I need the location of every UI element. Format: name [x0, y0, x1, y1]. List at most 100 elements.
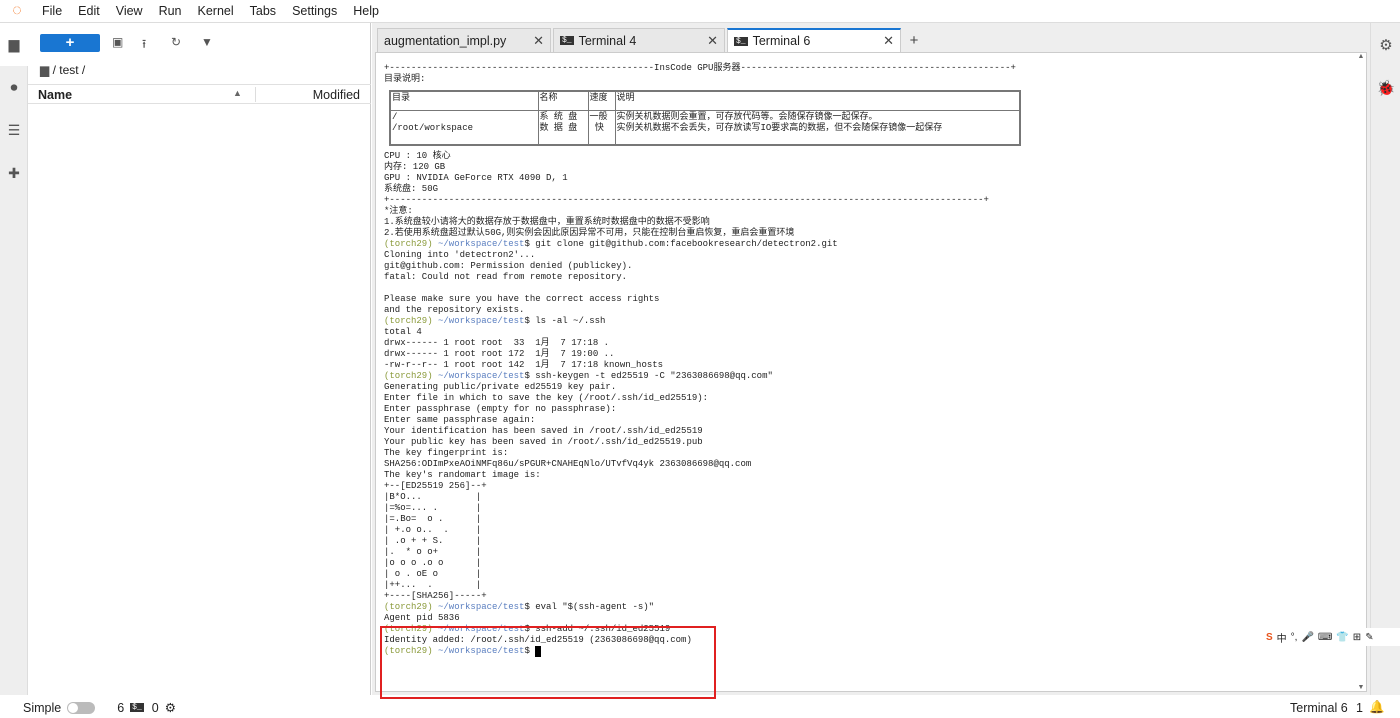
menu-edit[interactable]: Edit — [70, 4, 108, 18]
cwd-path: ~/workspace/test — [432, 316, 525, 326]
ime-punctuation-icon[interactable]: °, — [1291, 632, 1298, 643]
running-kernels-icon[interactable]: ⏺ — [0, 66, 28, 109]
ime-toolbox-icon[interactable]: ⊞ — [1353, 632, 1361, 643]
terminal-line: Enter passphrase (empty for no passphras… — [384, 404, 1016, 415]
tab-label: Terminal 4 — [578, 33, 637, 48]
line-text: Please make sure you have the correct ac… — [384, 294, 660, 304]
filter-icon[interactable]: ▼ — [201, 35, 213, 49]
table-of-contents-icon[interactable]: ☰ — [0, 109, 28, 152]
ime-chinese-mode[interactable]: 中 — [1277, 630, 1287, 645]
menu-bar: ◌ File Edit View Run Kernel Tabs Setting… — [0, 0, 1400, 23]
folder-icon[interactable]: ▆ — [40, 63, 49, 77]
bell-icon[interactable]: 🔔 — [1369, 700, 1385, 715]
terminal-line: |++... . | — [384, 580, 1016, 591]
menu-run[interactable]: Run — [151, 4, 190, 18]
menu-tabs[interactable]: Tabs — [242, 4, 284, 18]
terminal-line: | +.o o.. . | — [384, 525, 1016, 536]
menu-kernel[interactable]: Kernel — [190, 4, 242, 18]
line-text: SHA256:ODImPxeAOiNMFq86u/sPGUR+CNAHEqNlo… — [384, 459, 752, 469]
debugger-icon[interactable]: 🐞 — [1371, 66, 1400, 109]
refresh-icon[interactable]: ↻ — [171, 35, 181, 49]
menu-file[interactable]: File — [34, 4, 70, 18]
property-inspector-icon[interactable]: ⚙ — [1371, 23, 1400, 66]
cwd-path: ~/workspace/test — [432, 239, 525, 249]
line-text: $ eval "$(ssh-agent -s)" — [524, 602, 655, 612]
line-text: |++... . | — [384, 580, 482, 590]
line-text: drwx------ 1 root root 33 1月 7 17:18 . — [384, 338, 610, 348]
terminal-line: The key fingerprint is: — [384, 448, 1016, 459]
tab-label: Terminal 6 — [752, 34, 811, 48]
terminal-line: drwx------ 1 root root 172 1月 7 19:00 .. — [384, 349, 1016, 360]
terminal-line: 2.若使用系统盘超过默认50G,则实例会因此原因异常不可用，只能在控制台重启恢复… — [384, 228, 1016, 239]
breadcrumb-path[interactable]: / test / — [53, 63, 86, 77]
table-cell: 一般 快 — [587, 110, 616, 146]
line-text: |B*O... | — [384, 492, 482, 502]
terminal-line: Agent pid 5836 — [384, 613, 1016, 624]
terminal-line: The key's randomart image is: — [384, 470, 1016, 481]
sort-ascending-icon[interactable]: ▲ — [233, 88, 242, 98]
menu-view[interactable]: View — [108, 4, 151, 18]
ime-skin-icon[interactable]: 👕 — [1336, 632, 1348, 643]
terminal-line: GPU : NVIDIA GeForce RTX 4090 D, 1 — [384, 173, 1016, 184]
line-text: -rw-r--r-- 1 root root 142 1月 7 17:18 kn… — [384, 360, 664, 370]
tab-label: augmentation_impl.py — [384, 33, 507, 48]
line-text: Agent pid 5836 — [384, 613, 460, 623]
ime-toolbar: S 中 °, 🎤 ⌨ 👕 ⊞ ✎ — [1262, 628, 1400, 646]
upload-icon[interactable]: ⭱ — [142, 35, 146, 56]
folder-icon[interactable]: ▆ — [0, 23, 28, 66]
line-text: Enter file in which to save the key (/ro… — [384, 393, 709, 403]
terminal-count[interactable]: 0 — [152, 701, 159, 715]
terminal-line: |o o o .o o | — [384, 558, 1016, 569]
cwd-path: ~/workspace/test — [432, 371, 525, 381]
close-icon[interactable]: ✕ — [883, 33, 894, 49]
conda-env: (torch29) — [384, 316, 433, 326]
line-text: The key fingerprint is: — [384, 448, 509, 458]
add-tab-button[interactable]: + — [903, 28, 925, 52]
directory-table: 目录 名称 速度 说明 / /root/workspace 系 统 盘 数 据 盘一般 … — [389, 90, 1021, 146]
kernel-count[interactable]: 6 — [117, 701, 124, 715]
line-text: Enter same passphrase again: — [384, 415, 536, 425]
terminal-scrollbar[interactable]: ▲ ▼ — [1356, 53, 1366, 691]
terminal-icon: $_ — [130, 703, 144, 712]
column-divider[interactable] — [255, 87, 256, 102]
terminal-line: +---------------------------------------… — [384, 195, 1016, 206]
column-name[interactable]: Name — [38, 88, 72, 102]
table-header: 名称 — [537, 90, 589, 112]
terminal[interactable]: +---------------------------------------… — [375, 52, 1367, 699]
line-text: Enter passphrase (empty for no passphras… — [384, 404, 617, 414]
terminal-line: Your identification has been saved in /r… — [384, 426, 1016, 437]
line-text: +----[SHA256]-----+ — [384, 591, 487, 601]
line-text: git@github.com: Permission denied (publi… — [384, 261, 633, 271]
notification-count[interactable]: 1 — [1356, 701, 1363, 715]
terminal-line: |=.Bo= o . | — [384, 514, 1016, 525]
line-text: GPU : NVIDIA GeForce RTX 4090 D, 1 — [384, 173, 568, 183]
ime-handwrite-icon[interactable]: ✎ — [1365, 632, 1373, 643]
terminal-line: Enter file in which to save the key (/ro… — [384, 393, 1016, 404]
simple-mode-toggle[interactable] — [67, 701, 96, 714]
cwd-path: ~/workspace/test — [432, 602, 525, 612]
terminal-icon: $_ — [734, 36, 748, 46]
menu-settings[interactable]: Settings — [284, 4, 345, 18]
tab-augmentation-impl[interactable]: augmentation_impl.py ✕ — [377, 28, 551, 52]
terminal-icon: $_ — [560, 36, 574, 45]
terminal-line: +----[SHA256]-----+ — [384, 591, 1016, 602]
line-text: |=%o=... . | — [384, 503, 482, 513]
close-icon[interactable]: ✕ — [707, 33, 718, 49]
tab-terminal-6[interactable]: $_ Terminal 6 ✕ — [727, 28, 901, 52]
new-launcher-button[interactable]: + — [40, 34, 100, 52]
tab-terminal-4[interactable]: $_ Terminal 4 ✕ — [553, 28, 725, 52]
terminal-line: 1.系统盘较小请将大的数据存放于数据盘中，重置系统时数据盘中的数据不受影响 — [384, 217, 1016, 228]
conda-env: (torch29) — [384, 239, 433, 249]
close-icon[interactable]: ✕ — [533, 33, 544, 49]
terminal-line: 系统盘: 50G — [384, 184, 1016, 195]
ime-keyboard-icon[interactable]: ⌨ — [1318, 632, 1332, 643]
menu-help[interactable]: Help — [345, 4, 387, 18]
terminal-line: CPU : 10 核心 — [384, 151, 1016, 162]
column-modified[interactable]: Modified — [313, 88, 360, 102]
extensions-icon[interactable]: ✚ — [0, 152, 28, 195]
active-tab-label: Terminal 6 — [1290, 700, 1348, 715]
line-text: +--[ED25519 256]--+ — [384, 481, 487, 491]
ime-voice-icon[interactable]: 🎤 — [1301, 632, 1313, 643]
new-folder-icon[interactable]: ▣ — [112, 35, 123, 49]
sogou-logo-icon[interactable]: S — [1266, 632, 1273, 643]
